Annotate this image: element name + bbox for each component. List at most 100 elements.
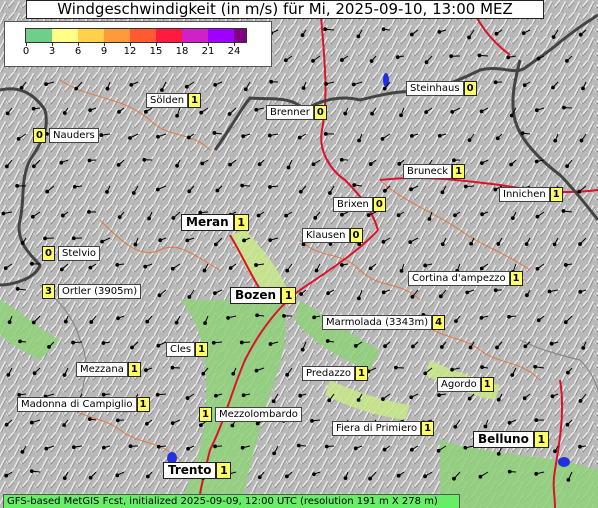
station-wind-value: 1 bbox=[549, 187, 563, 202]
station-wind-value: 1 bbox=[452, 164, 466, 179]
wind-arrow-head bbox=[578, 399, 583, 403]
wind-arrow-head bbox=[454, 319, 458, 324]
station-belluno: Belluno 1 bbox=[473, 431, 549, 448]
wind-arrow-head bbox=[327, 398, 332, 403]
wind-arrow-head bbox=[160, 88, 164, 92]
station-name: Bruneck bbox=[403, 164, 453, 179]
station-name: Fiera di Primiero bbox=[332, 421, 422, 436]
wind-arrow-head bbox=[19, 85, 24, 90]
wind-arrow-head bbox=[314, 268, 319, 273]
wind-arrow-head bbox=[31, 106, 36, 111]
wind-arrow-head bbox=[578, 289, 583, 294]
station-name: Ortler (3905m) bbox=[58, 284, 142, 299]
station-nauders: 0 Nauders bbox=[33, 128, 99, 143]
wind-arrow-head bbox=[158, 238, 163, 243]
wind-arrow-head bbox=[440, 242, 445, 247]
wind-arrow-head bbox=[381, 239, 386, 244]
wind-arrow-head bbox=[552, 242, 557, 247]
legend-swatch bbox=[130, 29, 156, 42]
wind-arrow-head bbox=[186, 446, 190, 451]
station-wind-value: 1 bbox=[216, 462, 232, 479]
wind-arrow-head bbox=[496, 242, 501, 246]
wind-arrow-head bbox=[424, 110, 429, 114]
wind-arrow-head bbox=[284, 213, 288, 218]
station-name: Cles bbox=[166, 342, 196, 357]
wind-arrow-head bbox=[171, 216, 176, 220]
wind-arrow-head bbox=[228, 162, 232, 167]
wind-arrow-head bbox=[324, 81, 329, 86]
wind-arrow-head bbox=[117, 109, 121, 114]
wind-arrow-head bbox=[16, 136, 21, 141]
station-name: Mezzolombardo bbox=[215, 407, 302, 422]
wind-arrow-head bbox=[465, 290, 470, 295]
station-wind-value: 1 bbox=[233, 214, 249, 231]
wind-arrow-head bbox=[170, 266, 175, 271]
wind-arrow-head bbox=[284, 474, 289, 479]
wind-arrow-head bbox=[480, 212, 484, 217]
wind-arrow-head bbox=[370, 111, 374, 116]
station-brixen: Brixen 0 bbox=[333, 197, 386, 212]
station-name: Stelvio bbox=[58, 246, 101, 261]
station-wind-value: 1 bbox=[195, 342, 209, 357]
station-wind-value: 1 bbox=[281, 287, 297, 304]
legend-swatch bbox=[78, 29, 104, 42]
wind-arrow-head bbox=[268, 238, 273, 243]
wind-arrow-head bbox=[268, 185, 272, 189]
wind-arrow-head bbox=[301, 86, 306, 90]
wind-arrow-head bbox=[174, 320, 179, 325]
wind-arrow-head bbox=[510, 216, 515, 221]
wind-arrow-head bbox=[88, 265, 93, 270]
legend-swatch bbox=[234, 29, 246, 42]
wind-arrow-head bbox=[327, 191, 332, 195]
wind-arrow-head bbox=[71, 340, 75, 345]
wind-arrow-head bbox=[200, 161, 205, 166]
wind-arrow-head bbox=[128, 136, 132, 140]
wind-arrow-head bbox=[452, 476, 456, 481]
wind-arrow-head bbox=[324, 444, 329, 449]
wind-arrow-head bbox=[157, 293, 162, 298]
wind-arrow-head bbox=[185, 238, 190, 243]
map-title: Windgeschwindigkeit (in m/s) für Mi, 202… bbox=[26, 0, 544, 19]
station-name: Brixen bbox=[333, 197, 373, 212]
wind-arrow-head bbox=[524, 242, 529, 247]
wind-arrow-head bbox=[185, 396, 190, 400]
wind-arrow-head bbox=[285, 372, 290, 377]
station-wind-value: 3 bbox=[42, 284, 55, 299]
wind-arrow-head bbox=[29, 469, 34, 474]
wind-arrow-head bbox=[62, 423, 66, 428]
wind-arrow-head bbox=[286, 165, 291, 170]
wind-arrow-head bbox=[356, 34, 361, 39]
wind-arrow-head bbox=[30, 261, 34, 266]
wind-arrow-head bbox=[269, 79, 274, 84]
station-name: Steinhaus bbox=[406, 81, 464, 96]
wind-arrow-head bbox=[395, 55, 400, 60]
station-wind-value: 1 bbox=[509, 271, 523, 286]
wind-arrow-head bbox=[31, 164, 36, 169]
wind-arrow-head bbox=[563, 320, 568, 325]
wind-arrow-head bbox=[87, 209, 91, 214]
station-name: Predazzo bbox=[302, 366, 355, 381]
legend-tick-label: 3 bbox=[48, 46, 56, 57]
wind-arrow-head bbox=[203, 321, 207, 326]
wind-arrow-head bbox=[507, 314, 511, 319]
wind-arrow-head bbox=[523, 344, 528, 349]
wind-arrow-head bbox=[551, 85, 555, 90]
wind-arrow-head bbox=[170, 421, 175, 426]
wind-arrow-head bbox=[343, 111, 348, 116]
station-innichen: Innichen 1 bbox=[499, 187, 563, 202]
wind-arrow-head bbox=[231, 371, 236, 376]
wind-arrow-head bbox=[563, 263, 568, 267]
wind-arrow-head bbox=[4, 422, 9, 427]
wind-arrow-head bbox=[311, 58, 315, 63]
station-klausen: Klausen 0 bbox=[302, 228, 363, 243]
wind-arrow-head bbox=[397, 161, 402, 166]
wind-arrow-head bbox=[101, 341, 106, 345]
wind-arrow-head bbox=[423, 474, 427, 479]
wind-arrow-head bbox=[301, 242, 306, 247]
wind-arrow-head bbox=[383, 188, 387, 193]
wind-arrow-head bbox=[240, 183, 245, 188]
wind-arrow-head bbox=[99, 133, 104, 137]
wind-arrow-head bbox=[483, 424, 488, 429]
wind-arrow-head bbox=[477, 53, 482, 58]
station-wind-value: 1 bbox=[199, 407, 212, 422]
